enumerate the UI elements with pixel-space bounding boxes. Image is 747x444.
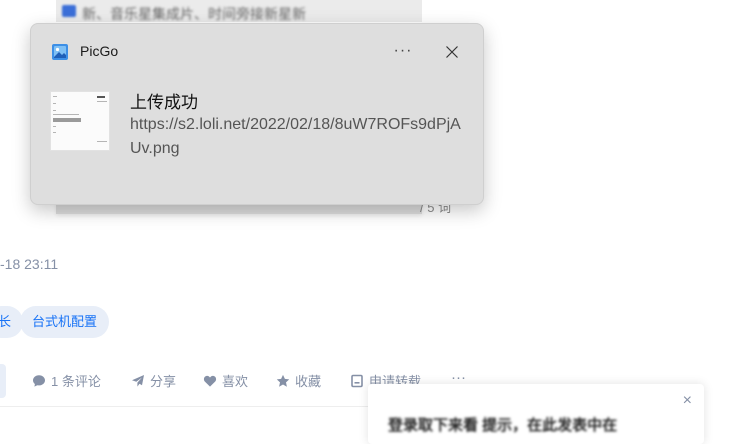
vote-button-partial[interactable]: [0, 364, 6, 398]
notification-title: 上传成功: [130, 93, 198, 112]
popup-close-button[interactable]: ×: [683, 392, 692, 410]
share-button[interactable]: 分享: [131, 371, 176, 390]
app-name: PicGo: [80, 43, 119, 59]
comment-button[interactable]: 1 条评论: [32, 371, 101, 390]
collect-label: 收藏: [295, 374, 322, 389]
heart-icon: [203, 375, 217, 387]
like-label: 喜欢: [222, 374, 249, 389]
post-time: -18 23:11: [0, 256, 59, 272]
close-button[interactable]: [438, 38, 466, 66]
more-icon: ···: [393, 42, 413, 59]
popup-text: 登录取下来看 提示，在此发表中在: [388, 417, 618, 434]
background-image-top: 新、音乐星集成片、时间旁接新星新: [56, 0, 422, 22]
star-icon: [276, 374, 290, 387]
document-icon: [351, 374, 363, 387]
picgo-app-icon: [52, 44, 68, 60]
picgo-notification[interactable]: PicGo ··· 上传成功 https://s2.loli.net/2022/…: [30, 23, 484, 205]
blurred-icon: [62, 5, 76, 17]
share-icon: [132, 374, 144, 387]
blurred-text: 新、音乐星集成片、时间旁接新星新: [82, 6, 306, 22]
like-button[interactable]: 喜欢: [203, 371, 248, 390]
tag-desktop-config[interactable]: 台式机配置: [20, 306, 110, 338]
share-label: 分享: [150, 374, 177, 389]
more-options-button[interactable]: ···: [389, 38, 417, 66]
close-icon: [446, 46, 458, 58]
collect-button[interactable]: 收藏: [276, 371, 321, 390]
login-popup: × 登录取下来看 提示，在此发表中在: [368, 384, 704, 444]
notification-body: https://s2.loli.net/2022/02/18/8uW7ROFs9…: [130, 116, 461, 157]
uploaded-image-thumbnail: [50, 91, 110, 151]
comment-icon: [33, 374, 45, 387]
comment-label: 1 条评论: [51, 374, 101, 389]
